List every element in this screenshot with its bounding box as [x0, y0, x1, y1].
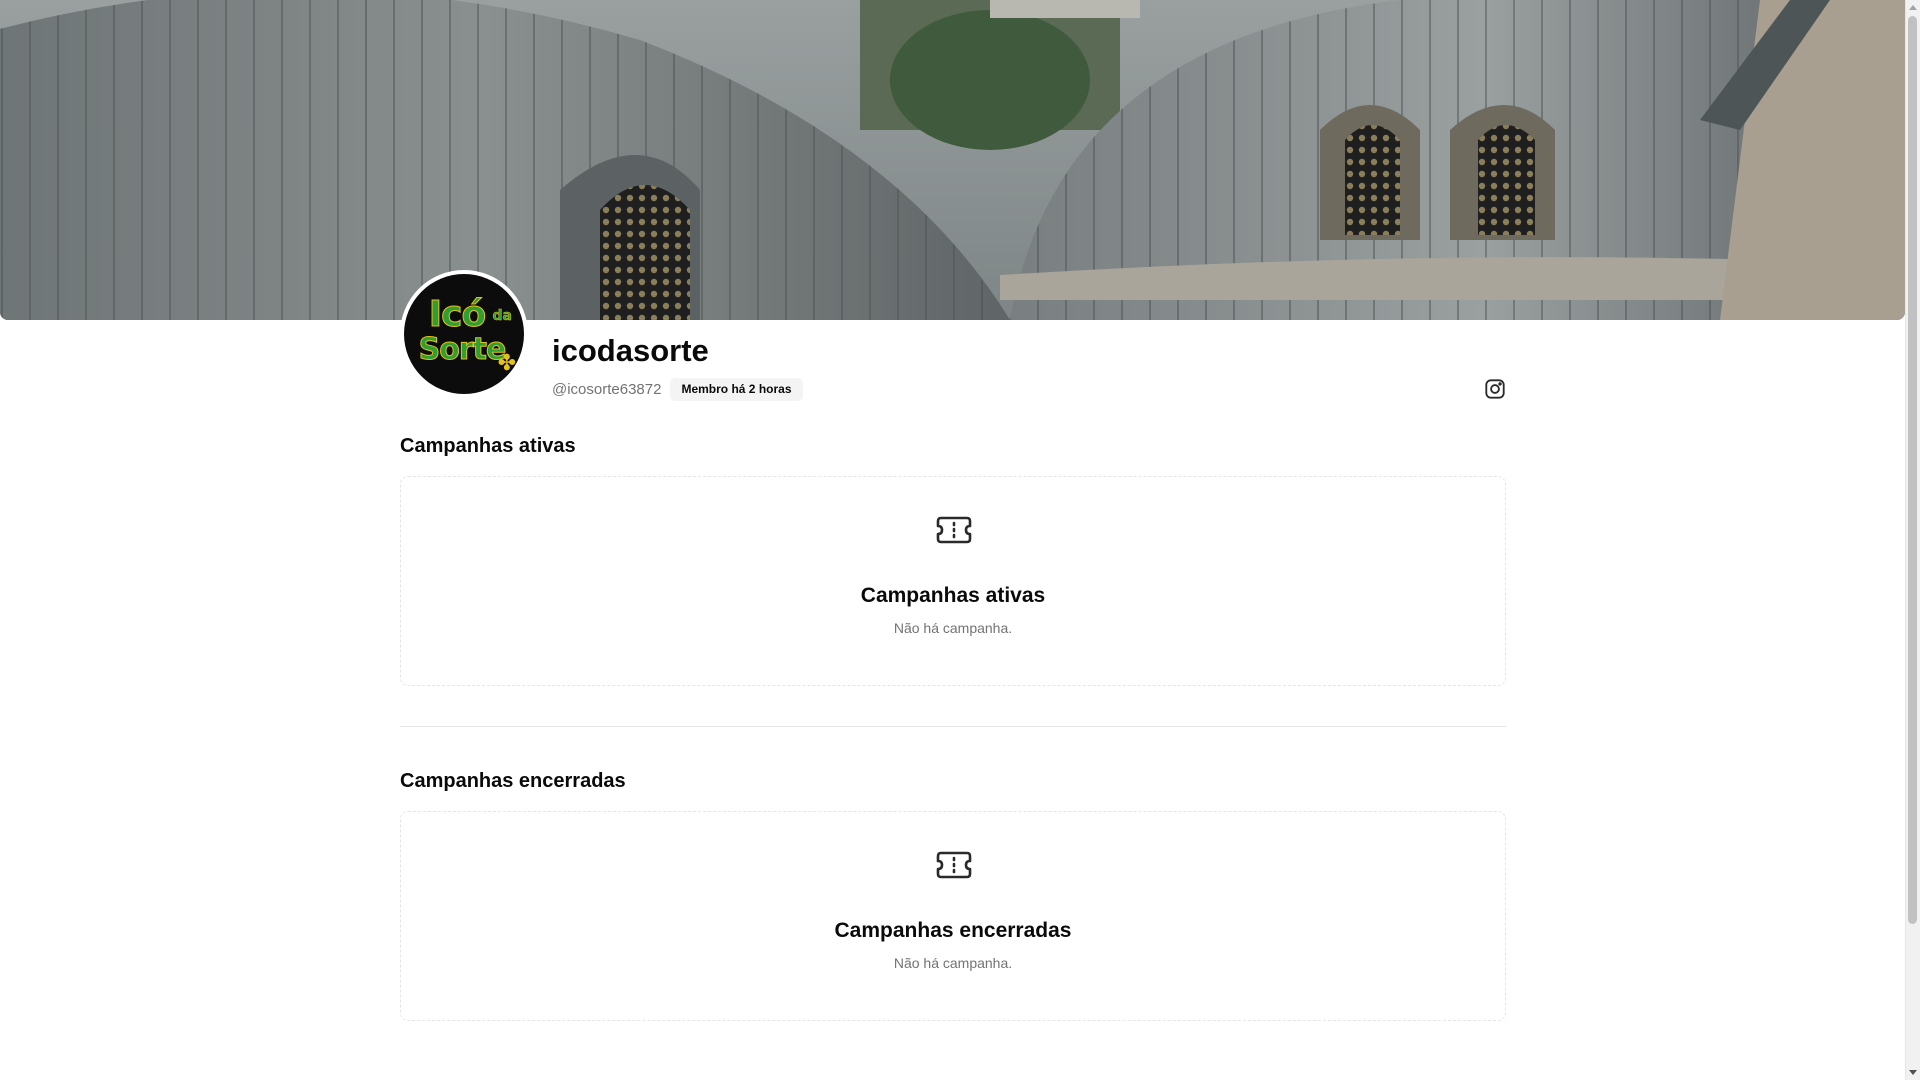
active-campaigns-empty-state: Campanhas ativas Não há campanha.: [400, 476, 1506, 686]
ticket-icon: [936, 851, 972, 879]
profile-name: icodasorte: [552, 333, 709, 368]
closed-campaigns-heading: Campanhas encerradas: [400, 770, 626, 792]
scroll-down-arrow-icon[interactable]: [1909, 1070, 1917, 1075]
empty-state-description: Não há campanha.: [893, 620, 1013, 636]
instagram-link[interactable]: [1484, 378, 1506, 400]
profile-page: Icó da Sorte ✤ icodasorte @icosorte63872…: [0, 0, 1920, 1080]
avatar-logo: Icó da Sorte ✤: [404, 274, 524, 394]
empty-state-title: Campanhas ativas: [860, 584, 1046, 607]
scroll-up-arrow-icon[interactable]: [1909, 5, 1917, 10]
clover-icon: ✤: [497, 350, 516, 375]
empty-state-description: Não há campanha.: [893, 955, 1013, 971]
profile-avatar: Icó da Sorte ✤: [400, 270, 528, 398]
cover-image: [0, 0, 1905, 320]
instagram-icon: [1485, 379, 1505, 399]
closed-campaigns-empty-state: Campanhas encerradas Não há campanha.: [400, 811, 1506, 1021]
profile-meta: @icosorte63872 Membro há 2 horas: [552, 377, 803, 401]
profile-handle: @icosorte63872: [552, 380, 662, 398]
empty-state-title: Campanhas encerradas: [834, 919, 1072, 942]
ticket-icon: [936, 516, 972, 544]
avatar-logo-text-small: da: [492, 308, 512, 325]
active-campaigns-heading: Campanhas ativas: [400, 435, 576, 457]
page-scrollbar[interactable]: [1905, 0, 1920, 1080]
member-since-badge: Membro há 2 horas: [670, 377, 803, 401]
section-divider: [400, 726, 1506, 727]
scrollbar-thumb[interactable]: [1908, 16, 1917, 924]
